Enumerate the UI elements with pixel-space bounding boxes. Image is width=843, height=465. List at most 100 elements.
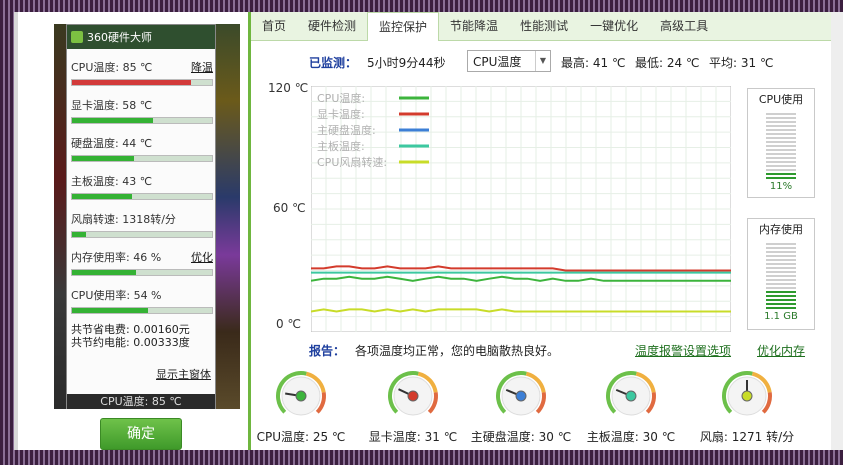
widget-bottom-readout: CPU温度: 85 ℃ (67, 394, 215, 409)
widget-row-action-link[interactable]: 优化 (191, 249, 213, 265)
widget-row-bar (71, 231, 213, 238)
widget-row-bar (71, 193, 213, 200)
main-window: 首页 硬件检测 监控保护 节能降温 性能测试 一键优化 高级工具 已监测： 5小时9分44秒… (248, 12, 831, 450)
meter-segment (766, 153, 796, 155)
background-stripes-top (0, 0, 843, 12)
dial-hub (407, 390, 419, 402)
legend-label: 主硬盘温度: (317, 123, 376, 137)
widget-row-bar-fill (72, 156, 134, 161)
meter-segment (766, 141, 796, 143)
confirm-button[interactable]: 确定 (100, 418, 182, 450)
dial-hub (741, 390, 753, 402)
temperature-chart: CPU温度: 显卡温度: 主硬盘温度: 主板温度: CPU风扇转速: (311, 86, 731, 332)
tab-6[interactable]: 高级工具 (649, 12, 719, 40)
monitored-time: 已监测： 5小时9分44秒 (309, 54, 446, 71)
cpu-usage-title: CPU使用 (758, 93, 804, 106)
meter-segment (766, 177, 796, 179)
memory-usage-bars (748, 243, 814, 309)
savings-energy: 共节约电能: 0.00333度 (71, 336, 190, 349)
meter-segment (766, 117, 796, 119)
tab-3[interactable]: 节能降温 (439, 12, 509, 40)
tab-4[interactable]: 性能测试 (509, 12, 579, 40)
chevron-down-icon[interactable]: ▼ (535, 51, 550, 71)
tab-1[interactable]: 硬件检测 (297, 12, 367, 40)
background-stripes-bottom (0, 450, 843, 465)
report-text: 各项温度均正常，您的电脑散热良好。 (355, 344, 560, 358)
min-temp: 最低: 24 ℃ (635, 56, 700, 70)
meter-segment (766, 173, 796, 175)
meter-segment (766, 263, 796, 265)
meter-segment (766, 125, 796, 127)
meter-segment (766, 271, 796, 273)
tab-0[interactable]: 首页 (251, 12, 297, 40)
meter-segment (766, 165, 796, 167)
monitored-value: 5小时9分44秒 (367, 56, 446, 70)
dial-label: 风扇: 1271 转/分 (699, 430, 795, 444)
y-tick-60: 60 ℃ (273, 201, 306, 215)
meter-segment (766, 251, 796, 253)
dial-label: 主板温度: 30 ℃ (586, 430, 676, 444)
report-label: 报告： (309, 344, 346, 358)
widget-row-label: 内存使用率: 46 % (71, 251, 162, 264)
game-art-strip (214, 24, 240, 409)
dial-hub (295, 390, 307, 402)
dial-gauge-3 (606, 371, 656, 416)
meter-segment (766, 303, 796, 305)
tab-5[interactable]: 一键优化 (579, 12, 649, 40)
meter-segment (766, 279, 796, 281)
meter-segment (766, 287, 796, 289)
widget-row-bar-fill (72, 118, 154, 123)
widget-row: 内存使用率: 46 % 优化 (71, 249, 213, 276)
legend-label: 主板温度: (317, 139, 365, 153)
memory-usage-value: 1.1 GB (764, 311, 798, 322)
avg-temp: 平均: 31 ℃ (709, 56, 774, 70)
widget-row: 风扇转速: 1318转/分 (71, 211, 213, 238)
widget-row-action-link[interactable]: 降温 (191, 59, 213, 75)
sensor-select[interactable]: CPU温度 ▼ (467, 50, 551, 72)
max-temp: 最高: 41 ℃ (561, 56, 626, 70)
report: 报告： 各项温度均正常，您的电脑散热良好。 (309, 342, 559, 359)
meter-segment (766, 161, 796, 163)
dial-label: CPU温度: 25 ℃ (256, 430, 346, 444)
memory-usage-title: 内存使用 (759, 223, 803, 236)
legend-label: CPU风扇转速: (317, 155, 387, 169)
meter-segment (766, 129, 796, 131)
widget-row-label: 显卡温度: 58 ℃ (71, 99, 153, 112)
meter-segment (766, 247, 796, 249)
widget-row-label: 主板温度: 43 ℃ (71, 175, 153, 188)
meter-segment (766, 295, 796, 297)
dial-gauge-0 (276, 371, 326, 416)
hardware-widget: 360硬件大师 CPU温度: 85 ℃ 降温 显卡温度: 58 ℃ 硬盘温度: 44 … (54, 24, 240, 409)
meter-segment (766, 283, 796, 285)
widget-row-bar-fill (72, 194, 133, 199)
y-tick-0: 0 ℃ (276, 317, 301, 331)
widget-row-bar (71, 79, 213, 86)
dial-label: 显卡温度: 31 ℃ (368, 430, 458, 444)
meter-segment (766, 137, 796, 139)
widget-row-bar-fill (72, 232, 86, 237)
meter-segment (766, 275, 796, 277)
widget-row: CPU使用率: 54 % (71, 287, 213, 314)
show-main-window-link[interactable]: 显示主窗体 (156, 366, 211, 382)
widget-row: 主板温度: 43 ℃ (71, 173, 213, 200)
widget-row: 显卡温度: 58 ℃ (71, 97, 213, 124)
meter-segment (766, 243, 796, 245)
meter-segment (766, 267, 796, 269)
tab-2[interactable]: 监控保护 (367, 12, 440, 41)
meter-segment (766, 145, 796, 147)
widget-panel: 360硬件大师 CPU温度: 85 ℃ 降温 显卡温度: 58 ℃ 硬盘温度: 44 … (66, 24, 216, 409)
dial-gauge-2 (496, 371, 546, 416)
optimize-memory-link[interactable]: 优化内存 (757, 342, 805, 359)
alarm-settings-link[interactable]: 温度报警设置选项 (635, 342, 731, 359)
meter-segment (766, 169, 796, 171)
dial-label: 主硬盘温度: 30 ℃ (470, 430, 572, 444)
widget-row-bar (71, 307, 213, 314)
widget-row-bar-fill (72, 80, 191, 85)
widget-row-label: 风扇转速: 1318转/分 (71, 213, 176, 226)
widget-title: 360硬件大师 (87, 31, 152, 44)
meter-segment (766, 149, 796, 151)
dial-gauge-4 (722, 371, 772, 416)
widget-title-bar[interactable]: 360硬件大师 (67, 25, 215, 49)
widget-row-bar (71, 269, 213, 276)
sensor-select-value: CPU温度 (473, 55, 522, 69)
